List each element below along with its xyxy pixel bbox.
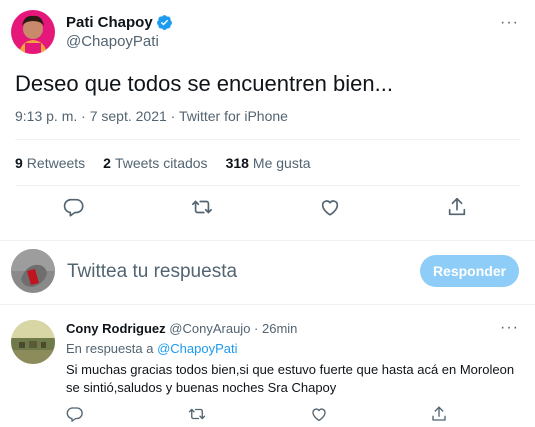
more-icon[interactable]: ··· bbox=[500, 14, 519, 32]
divider bbox=[15, 139, 520, 140]
replying-to-link[interactable]: @ChapoyPati bbox=[157, 341, 237, 356]
reply-header: Cony Rodriguez @ConyAraujo · 26min bbox=[66, 321, 297, 336]
likes-stat[interactable]: 318 Me gusta bbox=[226, 155, 311, 171]
reply-composer: Twittea tu respuesta Responder bbox=[0, 240, 535, 305]
share-icon[interactable] bbox=[446, 196, 468, 218]
tweet-time[interactable]: 9:13 p. m. bbox=[15, 108, 77, 124]
main-tweet: Pati Chapoy @ChapoyPati ··· Deseo que to… bbox=[0, 0, 535, 240]
reply-time[interactable]: 26min bbox=[262, 321, 297, 336]
divider bbox=[15, 185, 520, 186]
tweet-source[interactable]: Twitter for iPhone bbox=[179, 108, 288, 124]
retweet-icon[interactable] bbox=[188, 405, 206, 423]
my-avatar[interactable] bbox=[11, 249, 55, 293]
reply-icon[interactable] bbox=[63, 196, 85, 218]
quotes-stat[interactable]: 2 Tweets citados bbox=[103, 155, 207, 171]
like-icon[interactable] bbox=[310, 405, 328, 423]
reply-input[interactable]: Twittea tu respuesta bbox=[67, 261, 237, 283]
reply-icon[interactable] bbox=[66, 405, 84, 423]
verified-badge-icon bbox=[156, 15, 172, 30]
tweet-actions bbox=[0, 196, 535, 220]
reply-author-avatar[interactable] bbox=[11, 320, 55, 364]
like-icon[interactable] bbox=[319, 196, 341, 218]
author-name-row[interactable]: Pati Chapoy bbox=[66, 14, 173, 31]
tweet-text: Deseo que todos se encuentren bien... bbox=[15, 71, 393, 96]
tweet-date[interactable]: 7 sept. 2021 bbox=[90, 108, 167, 124]
tweet-meta: 9:13 p. m. · 7 sept. 2021 · Twitter for … bbox=[15, 108, 288, 124]
reply-author-handle[interactable]: @ConyAraujo bbox=[169, 321, 250, 336]
author-handle[interactable]: @ChapoyPati bbox=[66, 33, 159, 50]
replying-to: En respuesta a @ChapoyPati bbox=[66, 341, 238, 356]
meta-separator: · bbox=[166, 108, 179, 124]
reply-actions bbox=[0, 405, 535, 425]
more-icon[interactable]: ··· bbox=[500, 319, 519, 337]
reply-tweet[interactable]: Cony Rodriguez @ConyAraujo · 26min ··· E… bbox=[0, 306, 535, 427]
share-icon[interactable] bbox=[430, 405, 448, 423]
reply-author-name[interactable]: Cony Rodriguez bbox=[66, 321, 166, 336]
reply-separator: · bbox=[250, 321, 262, 336]
retweet-icon[interactable] bbox=[191, 196, 213, 218]
tweet-stats: 9 Retweets 2 Tweets citados 318 Me gusta bbox=[15, 155, 311, 171]
author-name[interactable]: Pati Chapoy bbox=[66, 14, 153, 31]
author-avatar[interactable] bbox=[11, 10, 55, 54]
reply-button[interactable]: Responder bbox=[420, 255, 519, 287]
reply-text: Si muchas gracias todos bien,si que estu… bbox=[66, 362, 515, 395]
meta-separator: · bbox=[77, 108, 90, 124]
retweets-stat[interactable]: 9 Retweets bbox=[15, 155, 85, 171]
